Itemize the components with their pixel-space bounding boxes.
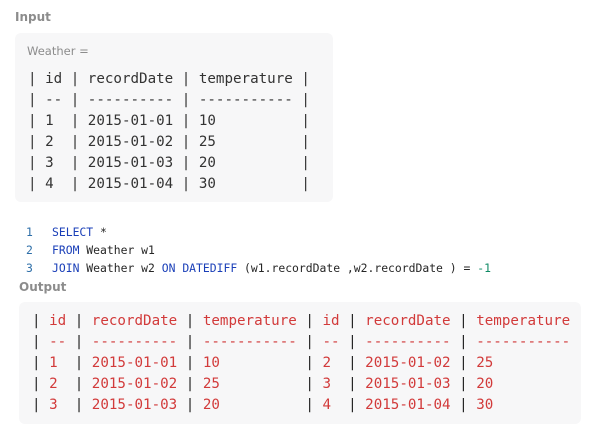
output-table-row: | 3 | 2015-01-03 | 20 | 4 | 2015-01-04 |… — [32, 395, 581, 416]
input-table-row: | 2 | 2015-01-02 | 25 | — [28, 134, 310, 150]
table-cell-text: temperature — [194, 313, 306, 329]
table-cell-text: 2015-01-03 — [83, 397, 186, 413]
input-example-card: Weather = | id | recordDate | temperatur… — [15, 33, 333, 202]
table-divider: | — [74, 355, 84, 371]
table-divider: | — [579, 397, 581, 413]
sql-text: Weather w2 — [79, 261, 162, 275]
table-cell-text: id — [40, 313, 75, 329]
table-divider: | — [32, 334, 41, 350]
output-example-card: | id | recordDate | temperature | id | r… — [19, 302, 581, 424]
table-cell-text: -- — [313, 334, 349, 350]
table-cell-text: id — [313, 313, 349, 329]
table-cell-text: ---------- — [356, 334, 460, 350]
input-table-row: | 1 | 2015-01-01 | 10 | — [28, 113, 310, 129]
code-line: 3 JOIN Weather w2 ON DATEDIFF (w1.recordD… — [26, 259, 491, 277]
sql-number: -1 — [477, 261, 491, 275]
input-caption: Weather = — [27, 44, 89, 58]
code-line: 1 SELECT * — [26, 223, 491, 241]
output-table-row: | 2 | 2015-01-02 | 25 | 3 | 2015-01-03 |… — [32, 374, 581, 395]
input-table-row: | id | recordDate | temperature | — [28, 71, 310, 87]
table-cell-text: 1 — [40, 355, 75, 371]
table-cell-text: 25 — [194, 376, 306, 392]
table-divider: | — [579, 376, 581, 392]
table-divider: | — [579, 355, 581, 371]
table-divider: | — [579, 334, 581, 350]
table-cell-text: ---------- — [83, 334, 186, 350]
table-divider: | — [74, 397, 84, 413]
table-divider: | — [32, 376, 41, 392]
table-cell-text: ----------- — [467, 334, 579, 350]
table-divider: | — [348, 397, 357, 413]
input-table: | id | recordDate | temperature | | -- |… — [28, 69, 310, 195]
table-cell-text: 3 — [40, 397, 75, 413]
sql-text: (w1.recordDate ,w2.recordDate ) = — [237, 261, 478, 275]
sql-keyword: DATEDIFF — [182, 261, 238, 275]
line-number: 1 — [26, 225, 33, 239]
table-divider: | — [579, 313, 581, 329]
table-cell-text: 20 — [467, 376, 579, 392]
table-cell-text: 2015-01-01 — [83, 355, 186, 371]
table-divider: | — [305, 397, 314, 413]
sql-keyword: FROM — [52, 243, 80, 257]
table-divider: | — [459, 376, 468, 392]
table-divider: | — [348, 376, 357, 392]
sql-text: * — [93, 225, 107, 239]
sql-text: Weather w1 — [79, 243, 155, 257]
table-cell-text: recordDate — [356, 313, 460, 329]
table-cell-text: 2015-01-02 — [83, 376, 186, 392]
table-divider: | — [32, 355, 41, 371]
input-table-row: | 4 | 2015-01-04 | 30 | — [28, 176, 310, 192]
table-divider: | — [74, 376, 84, 392]
table-divider: | — [32, 397, 41, 413]
input-heading: Input — [15, 10, 51, 24]
output-table-row: | id | recordDate | temperature | id | r… — [32, 311, 581, 332]
output-heading: Output — [19, 280, 67, 294]
table-divider: | — [74, 334, 84, 350]
table-cell-text: 2 — [40, 376, 75, 392]
table-cell-text: -- — [40, 334, 75, 350]
output-table-row: | -- | ---------- | ----------- | -- | -… — [32, 332, 581, 353]
sql-keyword: JOIN — [52, 261, 80, 275]
line-number: 2 — [26, 243, 33, 257]
table-cell-text: 25 — [467, 355, 579, 371]
input-table-row: | 3 | 2015-01-03 | 20 | — [28, 155, 310, 171]
table-divider: | — [459, 397, 468, 413]
table-divider: | — [459, 355, 468, 371]
table-divider: | — [305, 376, 314, 392]
table-cell-text: 10 — [194, 355, 306, 371]
table-divider: | — [348, 313, 357, 329]
table-cell-text: 2015-01-02 — [356, 355, 460, 371]
output-table-row: | 1 | 2015-01-01 | 10 | 2 | 2015-01-02 |… — [32, 353, 581, 374]
table-divider: | — [305, 334, 314, 350]
table-cell-text: 2015-01-03 — [356, 376, 460, 392]
table-divider: | — [305, 313, 314, 329]
sql-keyword: SELECT — [52, 225, 94, 239]
table-cell-text: ----------- — [194, 334, 306, 350]
table-cell-text: temperature — [467, 313, 579, 329]
code-line: 2 FROM Weather w1 — [26, 241, 491, 259]
table-divider: | — [459, 334, 468, 350]
line-number: 3 — [26, 261, 33, 275]
input-table-row: | -- | ---------- | ----------- | — [28, 92, 310, 108]
table-divider: | — [348, 334, 357, 350]
table-cell-text: 20 — [194, 397, 306, 413]
table-cell-text: 2 — [313, 355, 349, 371]
sql-code-block[interactable]: 1 SELECT * 2 FROM Weather w1 3 JOIN Weather w… — [26, 223, 491, 277]
table-divider: | — [459, 313, 468, 329]
table-cell-text: 4 — [313, 397, 349, 413]
table-cell-text: recordDate — [83, 313, 186, 329]
table-cell-text: 2015-01-04 — [356, 397, 460, 413]
output-table: | id | recordDate | temperature | id | r… — [32, 311, 581, 416]
table-divider: | — [348, 355, 357, 371]
table-divider: | — [32, 313, 41, 329]
table-cell-text: 30 — [467, 397, 579, 413]
table-divider: | — [305, 355, 314, 371]
sql-keyword: ON — [161, 261, 176, 275]
table-divider: | — [74, 313, 84, 329]
table-cell-text: 3 — [313, 376, 349, 392]
